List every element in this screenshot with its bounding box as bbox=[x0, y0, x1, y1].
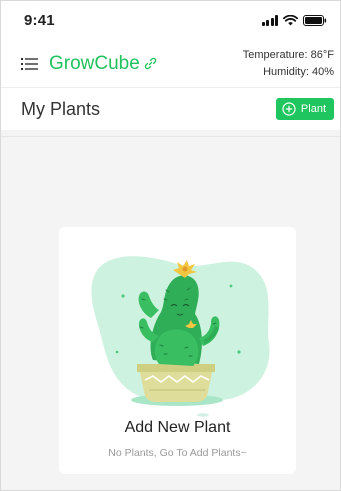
status-time: 9:41 bbox=[24, 11, 55, 29]
temperature-text: Temperature: 86°F bbox=[242, 48, 334, 61]
hamburger-menu-icon[interactable] bbox=[21, 57, 38, 71]
empty-state-subtitle: No Plants, Go To Add Plants~ bbox=[108, 447, 247, 459]
humidity-text: Humidity: 40% bbox=[263, 65, 334, 78]
wifi-icon bbox=[283, 14, 298, 25]
top-area: 9:41 GrowCube Temperature: 86°F Humidity… bbox=[0, 0, 341, 130]
header-left: GrowCube bbox=[21, 53, 157, 75]
link-icon[interactable] bbox=[144, 57, 157, 70]
empty-state-card[interactable]: Add New Plant No Plants, Go To Add Plant… bbox=[59, 227, 296, 474]
plus-circle-icon bbox=[282, 102, 296, 116]
battery-icon bbox=[303, 14, 327, 26]
cactus-illustration bbox=[91, 256, 270, 417]
environment-readout: Temperature: 86°F Humidity: 40% bbox=[243, 47, 334, 81]
status-bar: 9:41 bbox=[0, 0, 341, 40]
toolbar: My Plants Plant bbox=[0, 88, 341, 130]
add-plant-button-label: Plant bbox=[300, 103, 326, 115]
app-header: GrowCube Temperature: 86°F Humidity: 40% bbox=[0, 40, 341, 88]
empty-state-title: Add New Plant bbox=[124, 419, 231, 436]
add-plant-button[interactable]: Plant bbox=[275, 98, 334, 120]
app-title: GrowCube bbox=[49, 52, 140, 74]
status-icons bbox=[261, 14, 328, 26]
plant-list-area: Add New Plant No Plants, Go To Add Plant… bbox=[0, 136, 341, 491]
page-title: My Plants bbox=[21, 98, 101, 119]
signal-icon bbox=[261, 14, 278, 26]
